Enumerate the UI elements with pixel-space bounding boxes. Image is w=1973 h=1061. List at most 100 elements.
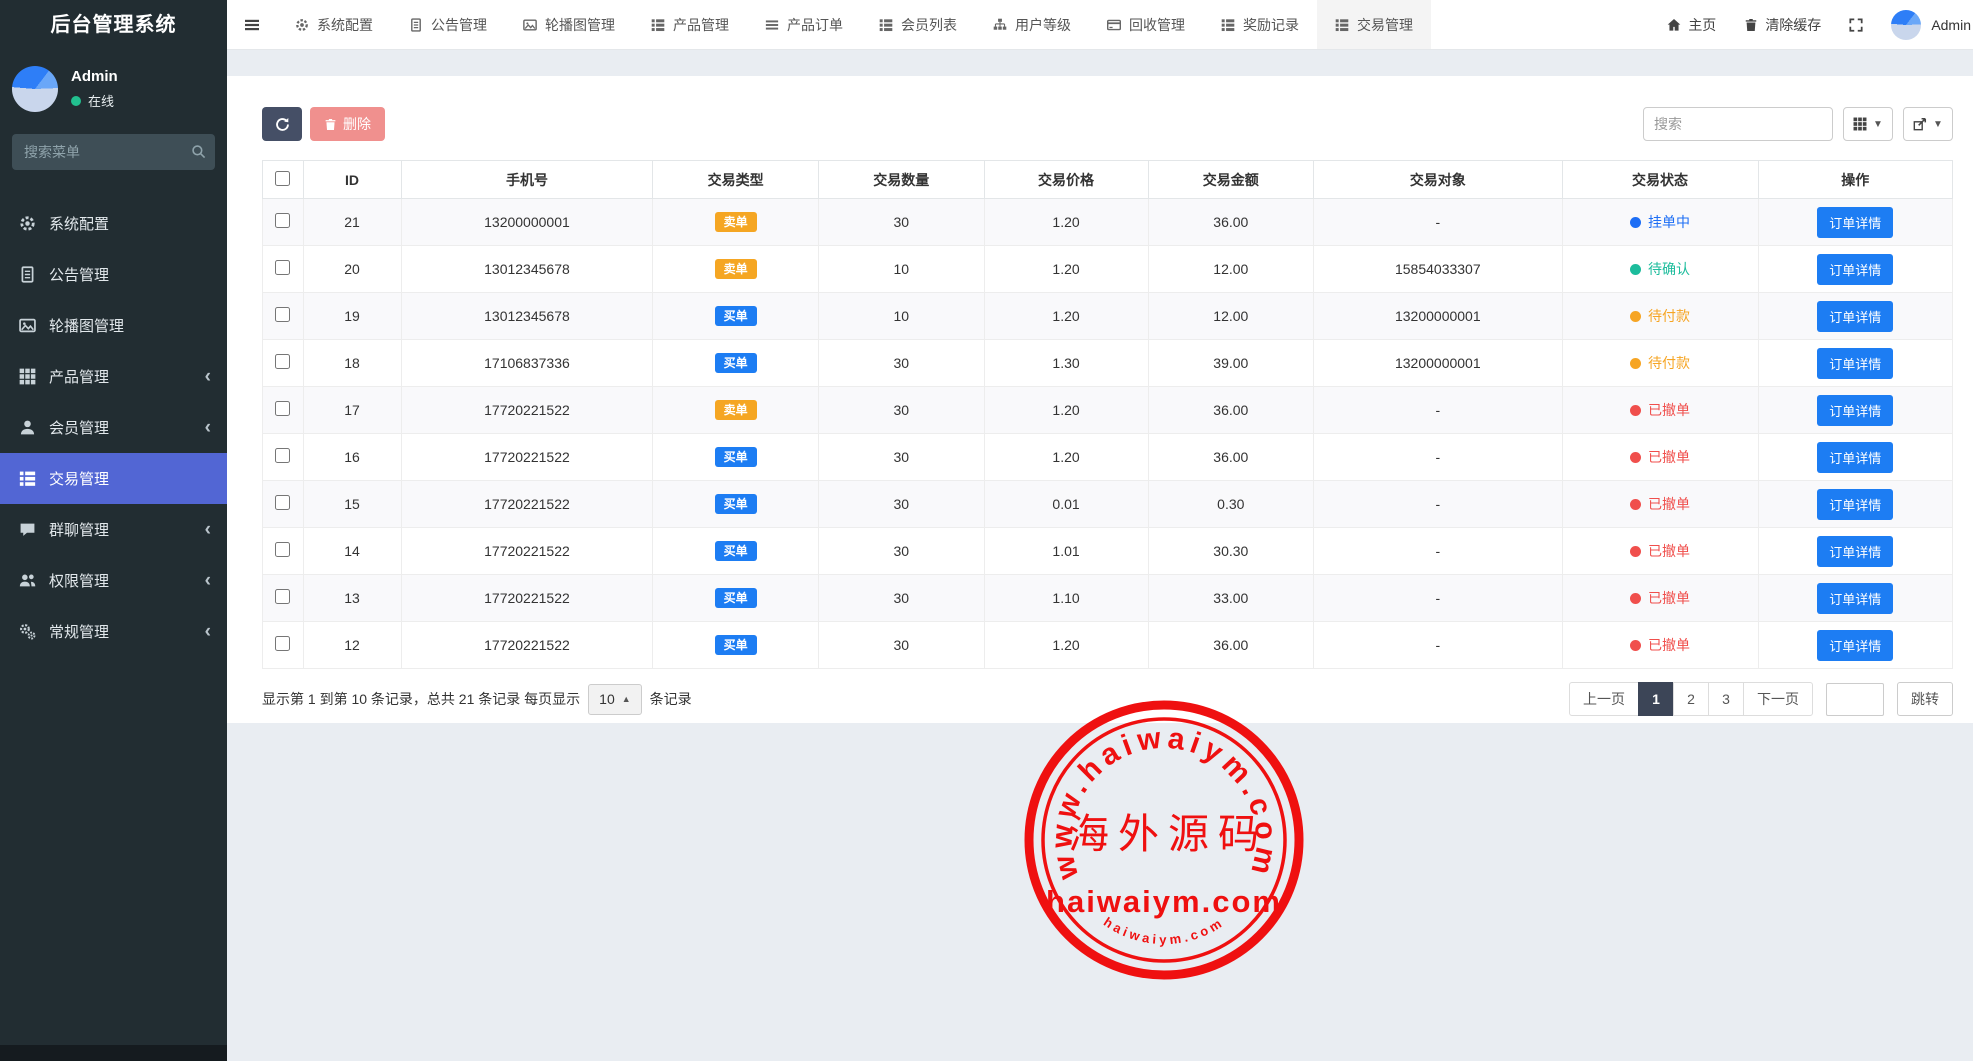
- row-checkbox[interactable]: [275, 495, 290, 510]
- topnav-item[interactable]: 轮播图管理: [505, 0, 633, 49]
- menu-toggle-icon[interactable]: [227, 0, 277, 49]
- row-checkbox[interactable]: [275, 307, 290, 322]
- clear-cache-link[interactable]: 清除缓存: [1744, 15, 1821, 35]
- row-checkbox[interactable]: [275, 354, 290, 369]
- sidebar-item[interactable]: 系统配置: [0, 198, 227, 249]
- column-header[interactable]: ID: [303, 161, 401, 199]
- sidebar-search-input[interactable]: [12, 134, 215, 170]
- export-button[interactable]: ▼: [1903, 107, 1953, 141]
- order-detail-button[interactable]: 订单详情: [1817, 254, 1893, 285]
- fullscreen-button[interactable]: [1849, 18, 1863, 32]
- column-header[interactable]: 交易数量: [818, 161, 984, 199]
- column-header[interactable]: 交易金额: [1148, 161, 1314, 199]
- cell-id: 17: [303, 387, 401, 434]
- cell-price: 0.01: [984, 481, 1148, 528]
- prev-page-button[interactable]: 上一页: [1569, 682, 1639, 716]
- topnav-item[interactable]: 产品管理: [633, 0, 747, 49]
- order-detail-button[interactable]: 订单详情: [1817, 630, 1893, 661]
- refresh-button[interactable]: [262, 107, 302, 141]
- table-search-input[interactable]: [1643, 107, 1833, 141]
- topnav-item[interactable]: 奖励记录: [1203, 0, 1317, 49]
- cell-price: 1.20: [984, 199, 1148, 246]
- topnav-item[interactable]: 公告管理: [391, 0, 505, 49]
- topnav-item-label: 用户等级: [1015, 15, 1071, 35]
- row-checkbox[interactable]: [275, 542, 290, 557]
- status-badge: 已撤单: [1630, 635, 1690, 655]
- order-detail-button[interactable]: 订单详情: [1817, 489, 1893, 520]
- next-page-button[interactable]: 下一页: [1743, 682, 1813, 716]
- trade-type-badge: 买单: [715, 306, 757, 326]
- order-detail-button[interactable]: 订单详情: [1817, 207, 1893, 238]
- sidebar-footer-strip: [0, 1045, 227, 1061]
- status-badge: 已撤单: [1630, 447, 1690, 467]
- cell-phone: 17720221522: [401, 528, 653, 575]
- column-header[interactable]: 交易价格: [984, 161, 1148, 199]
- page-button[interactable]: 1: [1638, 682, 1674, 716]
- order-detail-button[interactable]: 订单详情: [1817, 536, 1893, 567]
- row-checkbox[interactable]: [275, 448, 290, 463]
- order-detail-button[interactable]: 订单详情: [1817, 348, 1893, 379]
- trade-type-badge: 买单: [715, 353, 757, 373]
- delete-button[interactable]: 删除: [310, 107, 385, 141]
- page-jump-input[interactable]: [1826, 683, 1884, 716]
- page-button[interactable]: 3: [1708, 682, 1744, 716]
- sidebar-item[interactable]: 群聊管理‹: [0, 504, 227, 555]
- select-all-checkbox[interactable]: [275, 171, 290, 186]
- row-checkbox[interactable]: [275, 213, 290, 228]
- topnav-item[interactable]: 用户等级: [975, 0, 1089, 49]
- navbar-username[interactable]: Admin: [1931, 17, 1971, 33]
- status-dot-icon: [1630, 217, 1641, 228]
- status-badge: 待付款: [1630, 306, 1690, 326]
- topnav-item[interactable]: 回收管理: [1089, 0, 1203, 49]
- home-label: 主页: [1688, 15, 1716, 35]
- cell-target: 13200000001: [1314, 293, 1562, 340]
- home-icon: [1667, 18, 1681, 32]
- columns-toggle-button[interactable]: ▼: [1843, 107, 1893, 141]
- table-footer: 显示第 1 到第 10 条记录，总共 21 条记录 每页显示 10 ▲ 条记录 …: [262, 682, 1953, 716]
- row-checkbox[interactable]: [275, 401, 290, 416]
- row-checkbox[interactable]: [275, 260, 290, 275]
- order-detail-button[interactable]: 订单详情: [1817, 395, 1893, 426]
- cell-qty: 10: [818, 246, 984, 293]
- topnav-item[interactable]: 产品订单: [747, 0, 861, 49]
- column-header[interactable]: 交易状态: [1562, 161, 1758, 199]
- order-detail-button[interactable]: 订单详情: [1817, 583, 1893, 614]
- status-dot-icon: [1630, 405, 1641, 416]
- column-header[interactable]: 操作: [1758, 161, 1952, 199]
- sidebar-item[interactable]: 会员管理‹: [0, 402, 227, 453]
- status-dot-icon: [1630, 546, 1641, 557]
- row-checkbox[interactable]: [275, 636, 290, 651]
- topnav-item-label: 会员列表: [901, 15, 957, 35]
- row-checkbox[interactable]: [275, 589, 290, 604]
- order-detail-button[interactable]: 订单详情: [1817, 301, 1893, 332]
- page-button[interactable]: 2: [1673, 682, 1709, 716]
- users-icon: [19, 572, 36, 589]
- column-header[interactable]: 手机号: [401, 161, 653, 199]
- sidebar-item[interactable]: 轮播图管理: [0, 300, 227, 351]
- home-link[interactable]: 主页: [1667, 15, 1716, 35]
- trade-type-badge: 卖单: [715, 259, 757, 279]
- column-header[interactable]: 交易类型: [653, 161, 819, 199]
- topnav-item[interactable]: 交易管理: [1317, 0, 1431, 49]
- sidebar-item[interactable]: 公告管理: [0, 249, 227, 300]
- page-size-select[interactable]: 10 ▲: [588, 684, 642, 715]
- sidebar-item[interactable]: 交易管理: [0, 453, 227, 504]
- cell-action: 订单详情: [1758, 199, 1952, 246]
- navbar-avatar[interactable]: [1891, 10, 1921, 40]
- cell-status: 已撤单: [1562, 622, 1758, 669]
- sidebar-item[interactable]: 常规管理‹: [0, 606, 227, 657]
- cell-price: 1.01: [984, 528, 1148, 575]
- topnav-item-label: 产品订单: [787, 15, 843, 35]
- topnav-item[interactable]: 系统配置: [277, 0, 391, 49]
- column-header[interactable]: 交易对象: [1314, 161, 1562, 199]
- jump-button[interactable]: 跳转: [1897, 682, 1953, 716]
- clear-cache-label: 清除缓存: [1765, 15, 1821, 35]
- cell-id: 15: [303, 481, 401, 528]
- status-dot-icon: [1630, 499, 1641, 510]
- sidebar-item[interactable]: 权限管理‹: [0, 555, 227, 606]
- order-detail-button[interactable]: 订单详情: [1817, 442, 1893, 473]
- sidebar-item[interactable]: 产品管理‹: [0, 351, 227, 402]
- cell-phone: 13012345678: [401, 293, 653, 340]
- topnav-item[interactable]: 会员列表: [861, 0, 975, 49]
- cell-action: 订单详情: [1758, 528, 1952, 575]
